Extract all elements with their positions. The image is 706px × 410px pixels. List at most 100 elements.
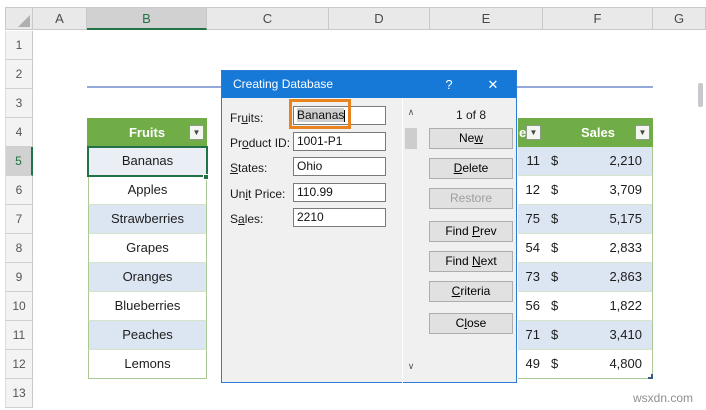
row-header-11[interactable]: 11	[5, 321, 33, 350]
currency-symbol: $	[551, 234, 558, 262]
row-header-4[interactable]: 4	[5, 118, 33, 147]
row-header-13[interactable]: 13	[5, 379, 33, 408]
scroll-down-icon[interactable]: ∨	[403, 361, 419, 372]
row-header-8[interactable]: 8	[5, 234, 33, 263]
row-header-3[interactable]: 3	[5, 89, 33, 118]
column-header-f[interactable]: F	[543, 7, 653, 30]
select-all-corner[interactable]	[5, 7, 33, 30]
column-header-b[interactable]: B	[87, 7, 207, 30]
currency-symbol: $	[551, 350, 558, 378]
new-button[interactable]: New	[429, 128, 513, 149]
column-header-e[interactable]: E	[430, 7, 543, 30]
sales-field-label: Sales:	[230, 212, 263, 226]
row-header-12[interactable]: 12	[5, 350, 33, 379]
product-id-field-input[interactable]: 1001-P1	[293, 132, 386, 151]
cell-b9-oranges[interactable]: Oranges	[88, 263, 207, 292]
select-all-triangle-icon	[18, 15, 30, 27]
sales-value: 4,800	[609, 356, 642, 371]
unit-price-fragment[interactable]: 75	[518, 205, 543, 234]
sales-header-label: Sales	[581, 125, 615, 140]
currency-symbol: $	[551, 321, 558, 349]
unit-price-fragment[interactable]: 12	[518, 176, 543, 205]
cell-f7-sales[interactable]: $5,175	[543, 205, 653, 234]
filter-dropdown-icon[interactable]: ▼	[526, 125, 541, 140]
edge-artifact	[698, 83, 703, 107]
row-header-9[interactable]: 9	[5, 263, 33, 292]
cell-f9-sales[interactable]: $2,863	[543, 263, 653, 292]
states-field-input[interactable]: Ohio	[293, 157, 386, 176]
currency-symbol: $	[551, 205, 558, 233]
sales-table-header[interactable]: Sales ▼	[543, 118, 653, 147]
criteria-button[interactable]: Criteria	[429, 281, 513, 302]
states-field-label: States:	[230, 161, 267, 175]
fruits-field-label: Fruits:	[230, 111, 263, 125]
column-header-d[interactable]: D	[329, 7, 430, 30]
column-header-c[interactable]: C	[207, 7, 329, 30]
sales-value: 1,822	[609, 298, 642, 313]
unit-price-fragment[interactable]: 71	[518, 321, 543, 350]
column-header-g[interactable]: G	[653, 7, 706, 30]
currency-symbol: $	[551, 292, 558, 320]
restore-button: Restore	[429, 188, 513, 209]
fruits-header-label: Fruits	[129, 125, 165, 140]
unit-price-fragment[interactable]: 49	[518, 350, 543, 379]
find-prev-button[interactable]: Find Prev	[429, 221, 513, 242]
sales-value: 5,175	[609, 211, 642, 226]
cell-f8-sales[interactable]: $2,833	[543, 234, 653, 263]
scrollbar-thumb[interactable]	[405, 128, 417, 149]
cell-b10-blueberries[interactable]: Blueberries	[88, 292, 207, 321]
row-header-7[interactable]: 7	[5, 205, 33, 234]
close-button[interactable]: Close	[429, 313, 513, 334]
scrollbar-divider	[402, 98, 403, 383]
unit-price-fragment[interactable]: 56	[518, 292, 543, 321]
currency-symbol: $	[551, 176, 558, 204]
cell-b12-lemons[interactable]: Lemons	[88, 350, 207, 379]
sales-value: 2,863	[609, 269, 642, 284]
cell-f10-sales[interactable]: $1,822	[543, 292, 653, 321]
cell-f5-sales[interactable]: $2,210	[543, 147, 653, 176]
currency-symbol: $	[551, 147, 558, 175]
unit-price-field-label: Unit Price:	[230, 187, 285, 201]
currency-symbol: $	[551, 263, 558, 291]
fill-handle[interactable]	[203, 174, 209, 180]
sales-value: 3,709	[609, 182, 642, 197]
sales-value: 3,410	[609, 327, 642, 342]
cell-f11-sales[interactable]: $3,410	[543, 321, 653, 350]
cell-f12-sales[interactable]: $4,800	[543, 350, 653, 379]
find-next-button[interactable]: Find Next	[429, 251, 513, 272]
record-indicator: 1 of 8	[429, 108, 513, 122]
fruits-table-header[interactable]: Fruits ▼	[87, 118, 207, 147]
help-icon[interactable]: ?	[434, 71, 464, 98]
close-icon[interactable]: ✕	[478, 71, 508, 98]
unit-price-field-input[interactable]: 110.99	[293, 183, 386, 202]
unit-price-fragment[interactable]: 54	[518, 234, 543, 263]
dialog-titlebar[interactable]: Creating Database ? ✕	[222, 71, 516, 98]
row-header-1[interactable]: 1	[5, 31, 33, 60]
column-header-a[interactable]: A	[33, 7, 87, 30]
sales-field-input[interactable]: 2210	[293, 208, 386, 227]
delete-button[interactable]: Delete	[429, 158, 513, 179]
cell-b5-bananas[interactable]: Bananas	[88, 147, 207, 176]
row-header-5[interactable]: 5	[5, 147, 33, 176]
cell-b11-peaches[interactable]: Peaches	[88, 321, 207, 350]
product-id-field-label: Product ID:	[230, 136, 290, 150]
sales-value: 2,833	[609, 240, 642, 255]
cell-b8-grapes[interactable]: Grapes	[88, 234, 207, 263]
scroll-up-icon[interactable]: ∧	[403, 107, 419, 118]
table-resize-handle[interactable]	[648, 374, 653, 379]
row-header-2[interactable]: 2	[5, 60, 33, 89]
filter-dropdown-icon[interactable]: ▼	[189, 125, 204, 140]
cell-b7-strawberries[interactable]: Strawberries	[88, 205, 207, 234]
excel-window: A B C D E F G 1 2 3 4 5 6 7 8 9 10 11 12…	[0, 0, 706, 410]
cell-b6-apples[interactable]: Apples	[88, 176, 207, 205]
unit-price-fragment[interactable]: 11	[518, 147, 543, 176]
filter-dropdown-icon[interactable]: ▼	[635, 125, 650, 140]
cell-f6-sales[interactable]: $3,709	[543, 176, 653, 205]
orange-annotation-box	[289, 99, 351, 129]
row-header-6[interactable]: 6	[5, 176, 33, 205]
unit-price-header-sliver: e ▼	[518, 118, 543, 147]
unit-price-fragment[interactable]: 73	[518, 263, 543, 292]
row-header-10[interactable]: 10	[5, 292, 33, 321]
data-form-dialog: Creating Database ? ✕ Fruits: Bananas Pr…	[221, 70, 517, 383]
sales-value: 2,210	[609, 153, 642, 168]
